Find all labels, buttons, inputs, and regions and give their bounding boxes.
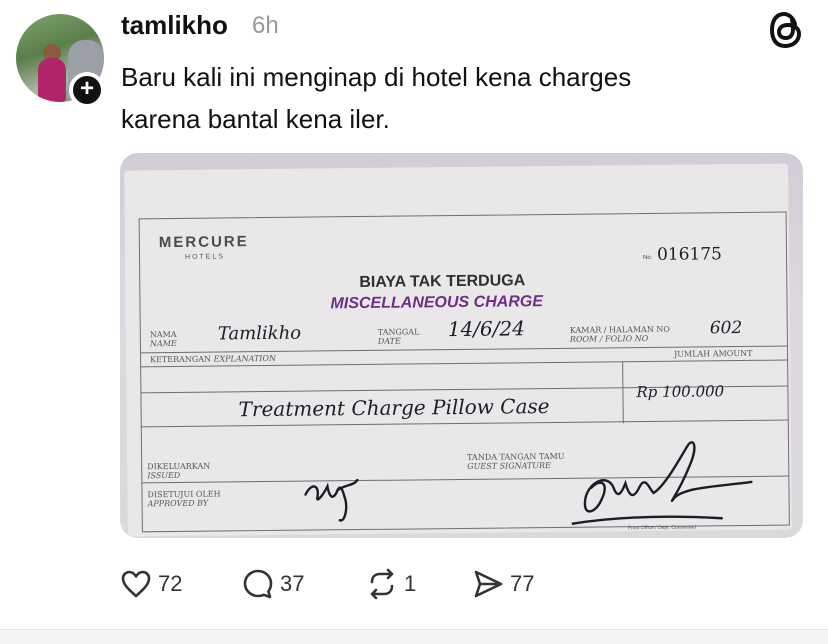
action-bar: 72 37 1 77 xyxy=(120,566,560,606)
share-icon xyxy=(474,570,503,598)
threads-logo-icon[interactable] xyxy=(768,10,804,50)
explanation-value: Treatment Charge Pillow Case xyxy=(238,394,550,422)
post-time: 6h xyxy=(252,12,279,39)
follow-plus-button[interactable]: + xyxy=(69,72,105,108)
approved-label: DISETUJUI OLEH APPROVED BY xyxy=(147,489,221,509)
username[interactable]: tamlikho xyxy=(121,10,228,41)
receipt-title-id: BIAYA TAK TERDUGA xyxy=(359,272,526,292)
post-text: Baru kali ini menginap di hotel kena cha… xyxy=(121,56,801,140)
comment-icon xyxy=(243,569,273,599)
share-button[interactable]: 77 xyxy=(472,566,534,602)
receipt-title-en: MISCELLANEOUS CHARGE xyxy=(330,293,544,313)
hotel-logo: MERCURE xyxy=(158,233,249,252)
post-text-line-1: Baru kali ini menginap di hotel kena cha… xyxy=(121,62,632,92)
plus-icon: + xyxy=(79,75,94,102)
date-value: 14/6/24 xyxy=(447,316,526,342)
reply-count: 37 xyxy=(280,571,305,596)
serial-number: 016175 xyxy=(656,244,723,265)
avatar-figure-left xyxy=(38,58,66,102)
room-label: KAMAR / HALAMAN NO ROOM / FOLIO NO xyxy=(569,324,670,344)
like-count: 72 xyxy=(158,571,183,596)
post-text-line-2: karena bantal kena iler. xyxy=(121,104,390,134)
receipt-sheet: MERCURE HOTELS No. 016175 BIAYA TAK TERD… xyxy=(124,163,792,537)
name-value: Tamlikho xyxy=(217,322,302,345)
receipt-footer: Front Office / Dept. Concerned xyxy=(627,524,696,532)
amount-value: Rp 100.000 xyxy=(636,382,725,402)
repost-count: 1 xyxy=(404,571,417,596)
date-label: TANGGAL DATE xyxy=(377,327,420,346)
share-count: 77 xyxy=(510,571,535,596)
reply-button[interactable]: 37 xyxy=(242,566,304,602)
issuer-signature-image xyxy=(304,478,359,522)
repost-icon xyxy=(370,568,394,600)
serial-label: No. xyxy=(643,254,653,262)
guest-signature-label: TANDA TANGAN TAMU GUEST SIGNATURE xyxy=(467,451,565,471)
guest-signature-image xyxy=(570,441,753,526)
explanation-label: KETERANGAN EXPLANATION xyxy=(150,353,277,365)
room-value: 602 xyxy=(709,318,743,339)
like-button[interactable]: 72 xyxy=(120,566,182,602)
name-label: NAMA NAME xyxy=(149,329,177,349)
issued-label: DIKELUARKAN ISSUED xyxy=(147,461,211,481)
heart-icon xyxy=(121,570,151,598)
repost-button[interactable]: 1 xyxy=(366,566,416,602)
amount-label: JUMLAH AMOUNT xyxy=(674,348,753,359)
hotel-logo-sub: HOTELS xyxy=(184,253,226,261)
post-divider xyxy=(0,629,828,644)
post-image[interactable]: MERCURE HOTELS No. 016175 BIAYA TAK TERD… xyxy=(120,153,803,538)
